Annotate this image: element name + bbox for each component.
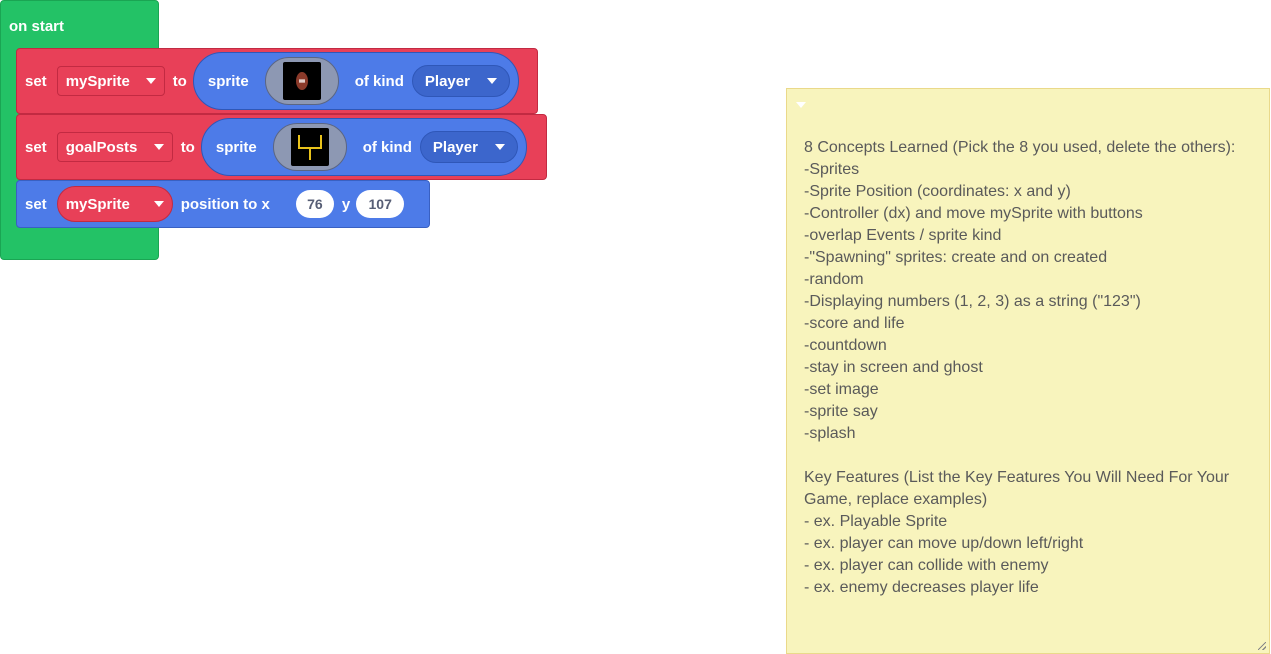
comment-line: -Controller (dx) and move mySprite with … (804, 205, 1143, 222)
on-start-label: on start (9, 18, 65, 35)
goalposts-sprite-icon (290, 128, 329, 166)
kind-value: Player (432, 138, 478, 156)
comment-line: -overlap Events / sprite kind (804, 227, 1002, 244)
comment-line: -Displaying numbers (1, 2, 3) as a strin… (804, 293, 1141, 310)
comment-line: -countdown (804, 337, 887, 354)
football-sprite-icon (282, 62, 321, 100)
of-kind-label: of kind (362, 138, 412, 156)
collapse-toggle-icon[interactable] (796, 102, 806, 108)
comment-note[interactable]: 8 Concepts Learned (Pick the 8 you used,… (786, 88, 1270, 654)
sprite-image-picker[interactable] (264, 57, 339, 105)
comment-line: - ex. enemy decreases player life (804, 579, 1039, 596)
set-label: set (25, 138, 47, 156)
sprite-image-picker[interactable] (272, 123, 347, 171)
comment-line: - ex. Playable Sprite (804, 513, 948, 530)
comment-line: 8 Concepts Learned (Pick the 8 you used,… (804, 139, 1236, 156)
comment-line (804, 445, 1249, 467)
position-to-x-label: position to x (180, 195, 270, 213)
mysprite-variable-dropdown[interactable]: mySprite (56, 186, 173, 222)
chevron-down-icon (153, 201, 164, 207)
mysprite-variable-dropdown[interactable]: mySprite (56, 66, 165, 96)
kind-value: Player (424, 72, 470, 90)
comment-text[interactable]: 8 Concepts Learned (Pick the 8 you used,… (804, 137, 1249, 599)
kind-dropdown[interactable]: Player (411, 65, 510, 97)
x-value-input[interactable]: 76 (295, 190, 334, 218)
variable-name: goalPosts (65, 138, 138, 156)
set-label: set (25, 72, 47, 90)
set-goalposts-block[interactable]: set goalPosts to sprite of kind Player (16, 114, 547, 180)
to-label: to (172, 72, 187, 90)
y-value-input[interactable]: 107 (356, 190, 405, 218)
chevron-down-icon (153, 144, 164, 150)
chevron-down-icon (486, 78, 497, 84)
sprite-of-kind-block[interactable]: sprite of kind Player (192, 52, 519, 110)
comment-line: -sprite say (804, 403, 878, 420)
comment-line: -stay in screen and ghost (804, 359, 983, 376)
of-kind-label: of kind (354, 72, 404, 90)
y-label: y (341, 195, 351, 213)
chevron-down-icon (145, 78, 156, 84)
comment-line: -Sprite Position (coordinates: x and y) (804, 183, 1071, 200)
comment-line: -"Spawning" sprites: create and on creat… (804, 249, 1108, 266)
sprite-of-kind-block[interactable]: sprite of kind Player (200, 118, 527, 176)
set-label: set (25, 195, 47, 213)
chevron-down-icon (494, 144, 505, 150)
comment-line: -splash (804, 425, 856, 442)
to-label: to (180, 138, 195, 156)
goalposts-variable-dropdown[interactable]: goalPosts (56, 132, 173, 162)
variable-name: mySprite (65, 195, 130, 213)
set-mysprite-block[interactable]: set mySprite to sprite of kind Player (16, 48, 538, 114)
variable-name: mySprite (65, 72, 130, 90)
comment-line: -score and life (804, 315, 905, 332)
set-position-block[interactable]: set mySprite position to x 76 y 107 (16, 180, 430, 228)
sprite-label: sprite (215, 138, 257, 156)
comment-line: Game, replace examples) (804, 491, 988, 508)
comment-line: -Sprites (804, 161, 860, 178)
comment-line: - ex. player can collide with enemy (804, 557, 1049, 574)
kind-dropdown[interactable]: Player (419, 131, 518, 163)
comment-line: -random (804, 271, 864, 288)
comment-line: - ex. player can move up/down left/right (804, 535, 1084, 552)
sprite-label: sprite (207, 72, 249, 90)
resize-handle-icon[interactable] (1258, 642, 1266, 650)
comment-line: -set image (804, 381, 879, 398)
comment-line: Key Features (List the Key Features You … (804, 469, 1230, 486)
